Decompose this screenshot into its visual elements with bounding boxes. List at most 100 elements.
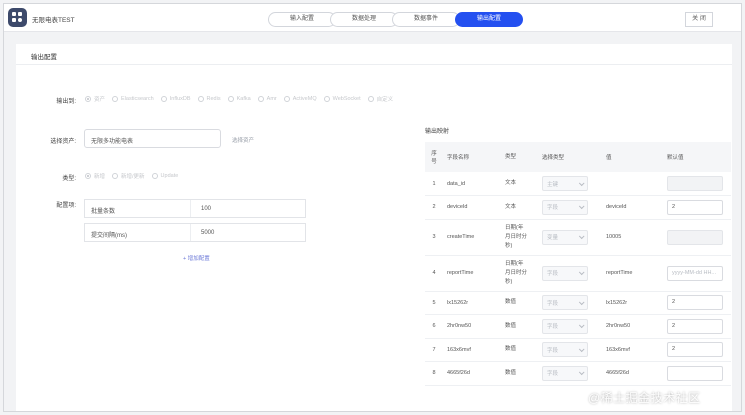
output-config-panel: 输出配置 输出到: 资产 Elasticsearch InfluxDB Redi… [16,44,732,411]
table-row: 6 2hr0nw50 数值 字段 2hr0nw50 2 [425,314,731,339]
close-button[interactable]: 关 闭 [685,12,713,27]
cell-default: 2 [663,314,731,339]
add-config-link[interactable]: + 增加配置 [183,254,210,262]
tab-output-config[interactable]: 输出配置 [455,12,523,27]
type-radio-group: 新增 新增/更新 Update [85,172,178,180]
cell-type: 文本 [501,195,538,220]
cell-default: 2 [663,338,731,362]
chevron-down-icon [578,346,585,352]
radio-dot-icon [257,96,264,102]
tab-data-events[interactable]: 数据事件 [392,12,460,27]
config-row-interval: 提交间隔(ms) 5000 [84,223,306,242]
type-label: 类型: [62,176,76,182]
cell-field-name: createTime [443,219,501,256]
radio-dot-icon [197,96,204,102]
table-row: 4 reportTime 日期(年 月日时分 秒) 字段 reportTime yyyy-MM… [425,255,731,292]
default-value-input[interactable] [667,229,723,245]
default-value-input[interactable] [667,365,723,381]
chevron-down-icon [578,369,585,376]
panel-title: 输出配置 [31,54,57,61]
config-value-input[interactable]: 100 [191,200,305,217]
radio-output-influxdb[interactable]: InfluxDB [160,96,191,102]
cell-value: lx15262r [602,291,663,315]
radio-dot-icon [227,96,234,102]
cell-field-name: reportTime [443,255,501,292]
cell-value: 163x6mvf [602,338,663,362]
cell-type: 数值 [501,361,538,386]
select-type-dropdown[interactable]: 主键 [542,176,588,191]
radio-output-elasticsearch[interactable]: Elasticsearch [112,96,154,102]
table-row: 3 createTime 日期(年 月日时分 秒) 变量 10005 [425,219,731,256]
radio-type-update[interactable]: Update [151,173,178,179]
radio-output-redis[interactable]: Redis [197,96,221,102]
select-type-dropdown[interactable]: 字段 [542,342,588,358]
cell-select-type: 字段 [538,361,602,386]
radio-output-websocket[interactable]: WebSocket [323,96,361,102]
mapping-header-row: 序号 字段名称 类型 选择类型 值 默认值 [425,142,731,172]
radio-output-amr[interactable]: Amr [257,96,277,102]
cell-index: 7 [425,338,443,362]
mapping-title: 输出映射 [425,129,450,135]
chevron-down-icon [578,322,585,329]
cell-type: 数值 [501,314,538,339]
cell-default: 2 [663,195,731,220]
default-value-input[interactable]: 2 [667,318,723,334]
select-type-dropdown[interactable]: 字段 [542,365,588,381]
chevron-down-icon [578,203,585,210]
top-bar: 无限电表TEST 输入配置 数据处理 数据事件 输出配置 关 闭 [4,4,741,32]
radio-dot-icon [323,96,330,102]
radio-dot-icon [112,96,119,102]
app-window: 无限电表TEST 输入配置 数据处理 数据事件 输出配置 关 闭 输出配置 输出… [3,3,742,412]
tab-input-config[interactable]: 输入配置 [268,12,336,27]
app-logo-icon [8,8,27,27]
radio-output-custom[interactable]: 自定义 [367,95,393,103]
cell-value: 2hr0nw50 [602,314,663,339]
cell-select-type: 字段 [538,314,602,339]
select-asset-link[interactable]: 选择资产 [232,136,254,144]
output-to-label: 输出到: [56,99,76,105]
radio-type-upsert[interactable]: 新增/更新 [112,172,145,180]
cell-index: 2 [425,195,443,220]
table-row: 2 deviceId 文本 字段 deviceId 2 [425,195,731,220]
radio-type-insert[interactable]: 新增 [85,172,105,180]
col-header-default: 默认值 [663,142,731,172]
mapping-table: 序号 字段名称 类型 选择类型 值 默认值 1 data_id 文本 主键 2 devic… [425,142,731,386]
chevron-down-icon [578,299,585,305]
cell-index: 6 [425,314,443,339]
asset-input[interactable]: 无限多功能电表 [84,129,221,148]
default-value-input[interactable]: yyyy-MM-dd HH... [667,265,723,281]
default-value-input[interactable]: 2 [667,295,723,311]
default-value-input[interactable]: 2 [667,342,723,358]
select-type-dropdown[interactable]: 变量 [542,229,588,245]
cell-index: 3 [425,219,443,256]
select-type-dropdown[interactable]: 字段 [542,318,588,334]
cell-value: reportTime [602,255,663,292]
cell-select-type: 主键 [538,172,602,196]
tab-data-processing[interactable]: 数据处理 [330,12,398,27]
cell-type: 日期(年 月日时分 秒) [501,219,538,256]
watermark: @稀土掘金技术社区 [588,391,701,405]
cell-value: 10005 [602,219,663,256]
col-header-select-type: 选择类型 [538,142,602,172]
output-to-radio-group: 资产 Elasticsearch InfluxDB Redis Kafka Am… [85,95,393,103]
select-type-dropdown[interactable]: 字段 [542,295,588,311]
cell-field-name: 163x6mvf [443,338,501,362]
table-row: 7 163x6mvf 数值 字段 163x6mvf 2 [425,338,731,362]
radio-dot-icon [151,173,158,179]
default-value-input[interactable]: 2 [667,199,723,215]
default-value-input[interactable] [667,176,723,191]
config-value-input[interactable]: 5000 [191,224,305,241]
select-type-dropdown[interactable]: 字段 [542,265,588,281]
radio-output-activemq[interactable]: ActiveMQ [283,96,317,102]
col-header-type: 类型 [501,142,538,172]
cell-index: 5 [425,291,443,315]
app-title: 无限电表TEST [32,17,75,24]
cell-select-type: 变量 [538,219,602,256]
col-header-index: 序号 [425,142,443,172]
radio-output-asset[interactable]: 资产 [85,95,105,103]
radio-dot-icon [85,96,91,102]
radio-dot-icon [367,96,374,102]
col-header-value: 值 [602,142,663,172]
select-type-dropdown[interactable]: 字段 [542,199,588,215]
radio-output-kafka[interactable]: Kafka [227,96,251,102]
